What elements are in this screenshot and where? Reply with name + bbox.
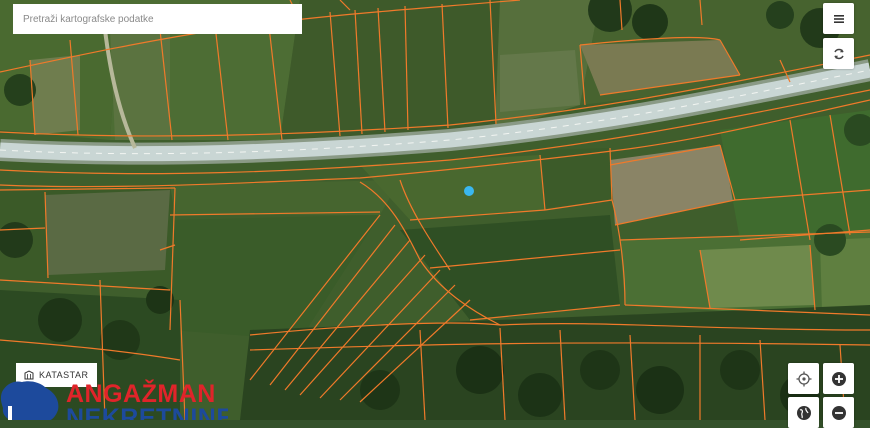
hamburger-menu-icon [833,14,844,23]
zoom-in-button[interactable] [823,363,854,394]
menu-button[interactable] [823,3,854,34]
plus-icon [831,371,846,386]
globe-icon [796,405,811,420]
refresh-button[interactable] [823,38,854,69]
layers-button[interactable] [788,397,819,428]
search-bar [13,4,302,34]
refresh-icon [833,48,844,59]
company-logo: ANGAŽMAN NEKRETNINE [0,378,228,420]
location-marker[interactable] [464,186,474,196]
zoom-out-button[interactable] [823,397,854,428]
bosnia-map-logo-icon [0,381,59,420]
crosshair-icon [796,371,811,386]
search-input[interactable] [21,12,294,26]
locate-button[interactable] [788,363,819,394]
satellite-map[interactable] [0,0,870,420]
minus-icon [831,405,846,420]
logo-line2: NEKRETNINE [66,404,228,421]
